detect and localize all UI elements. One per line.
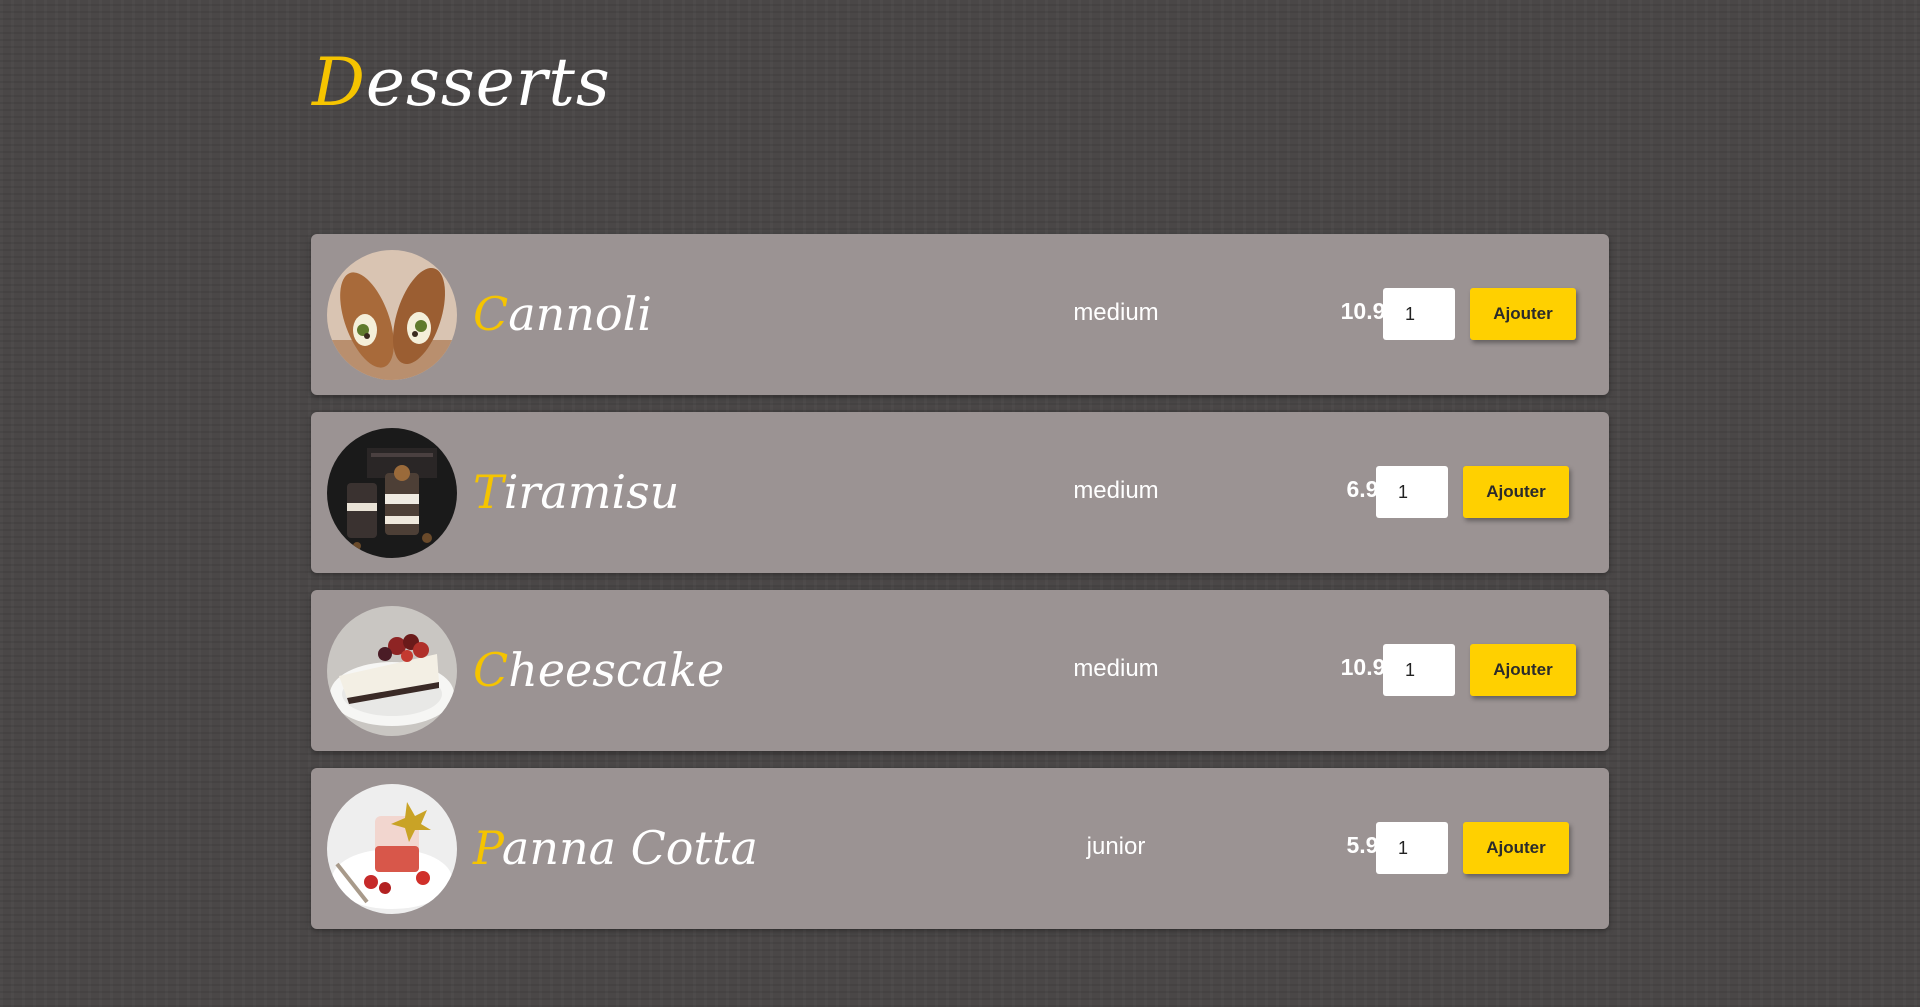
quantity-input[interactable] — [1376, 822, 1448, 874]
product-name: Cannoli — [473, 287, 652, 341]
quantity-input[interactable] — [1383, 644, 1455, 696]
product-name: Tiramisu — [473, 465, 680, 519]
product-name: Panna Cotta — [473, 821, 758, 875]
add-to-cart-button[interactable]: Ajouter — [1463, 822, 1569, 874]
tiramisu-image — [327, 428, 457, 558]
page-title-rest: esserts — [365, 44, 611, 121]
page-title: Desserts — [312, 44, 611, 121]
add-to-cart-button[interactable]: Ajouter — [1463, 466, 1569, 518]
cheesecake-image — [327, 606, 457, 736]
product-name: Cheescake — [473, 643, 725, 697]
product-size: medium — [1073, 655, 1159, 682]
product-card: Tiramisu medium 6.99€ Ajouter — [311, 412, 1609, 573]
product-card: Cannoli medium 10.99€ Ajouter — [311, 234, 1609, 395]
quantity-input[interactable] — [1383, 288, 1455, 340]
panna-cotta-image — [327, 784, 457, 914]
quantity-input[interactable] — [1376, 466, 1448, 518]
product-card: Panna Cotta junior 5.99€ Ajouter — [311, 768, 1609, 929]
product-card: Cheescake medium 10.99€ Ajouter — [311, 590, 1609, 751]
add-to-cart-button[interactable]: Ajouter — [1470, 644, 1576, 696]
cannoli-image — [327, 250, 457, 380]
dessert-list: Cannoli medium 10.99€ Ajouter Tiramisu m… — [311, 234, 1609, 946]
add-to-cart-button[interactable]: Ajouter — [1470, 288, 1576, 340]
product-size: junior — [1086, 833, 1146, 860]
page-title-initial: D — [312, 44, 366, 121]
product-size: medium — [1073, 477, 1159, 504]
product-size: medium — [1073, 299, 1159, 326]
